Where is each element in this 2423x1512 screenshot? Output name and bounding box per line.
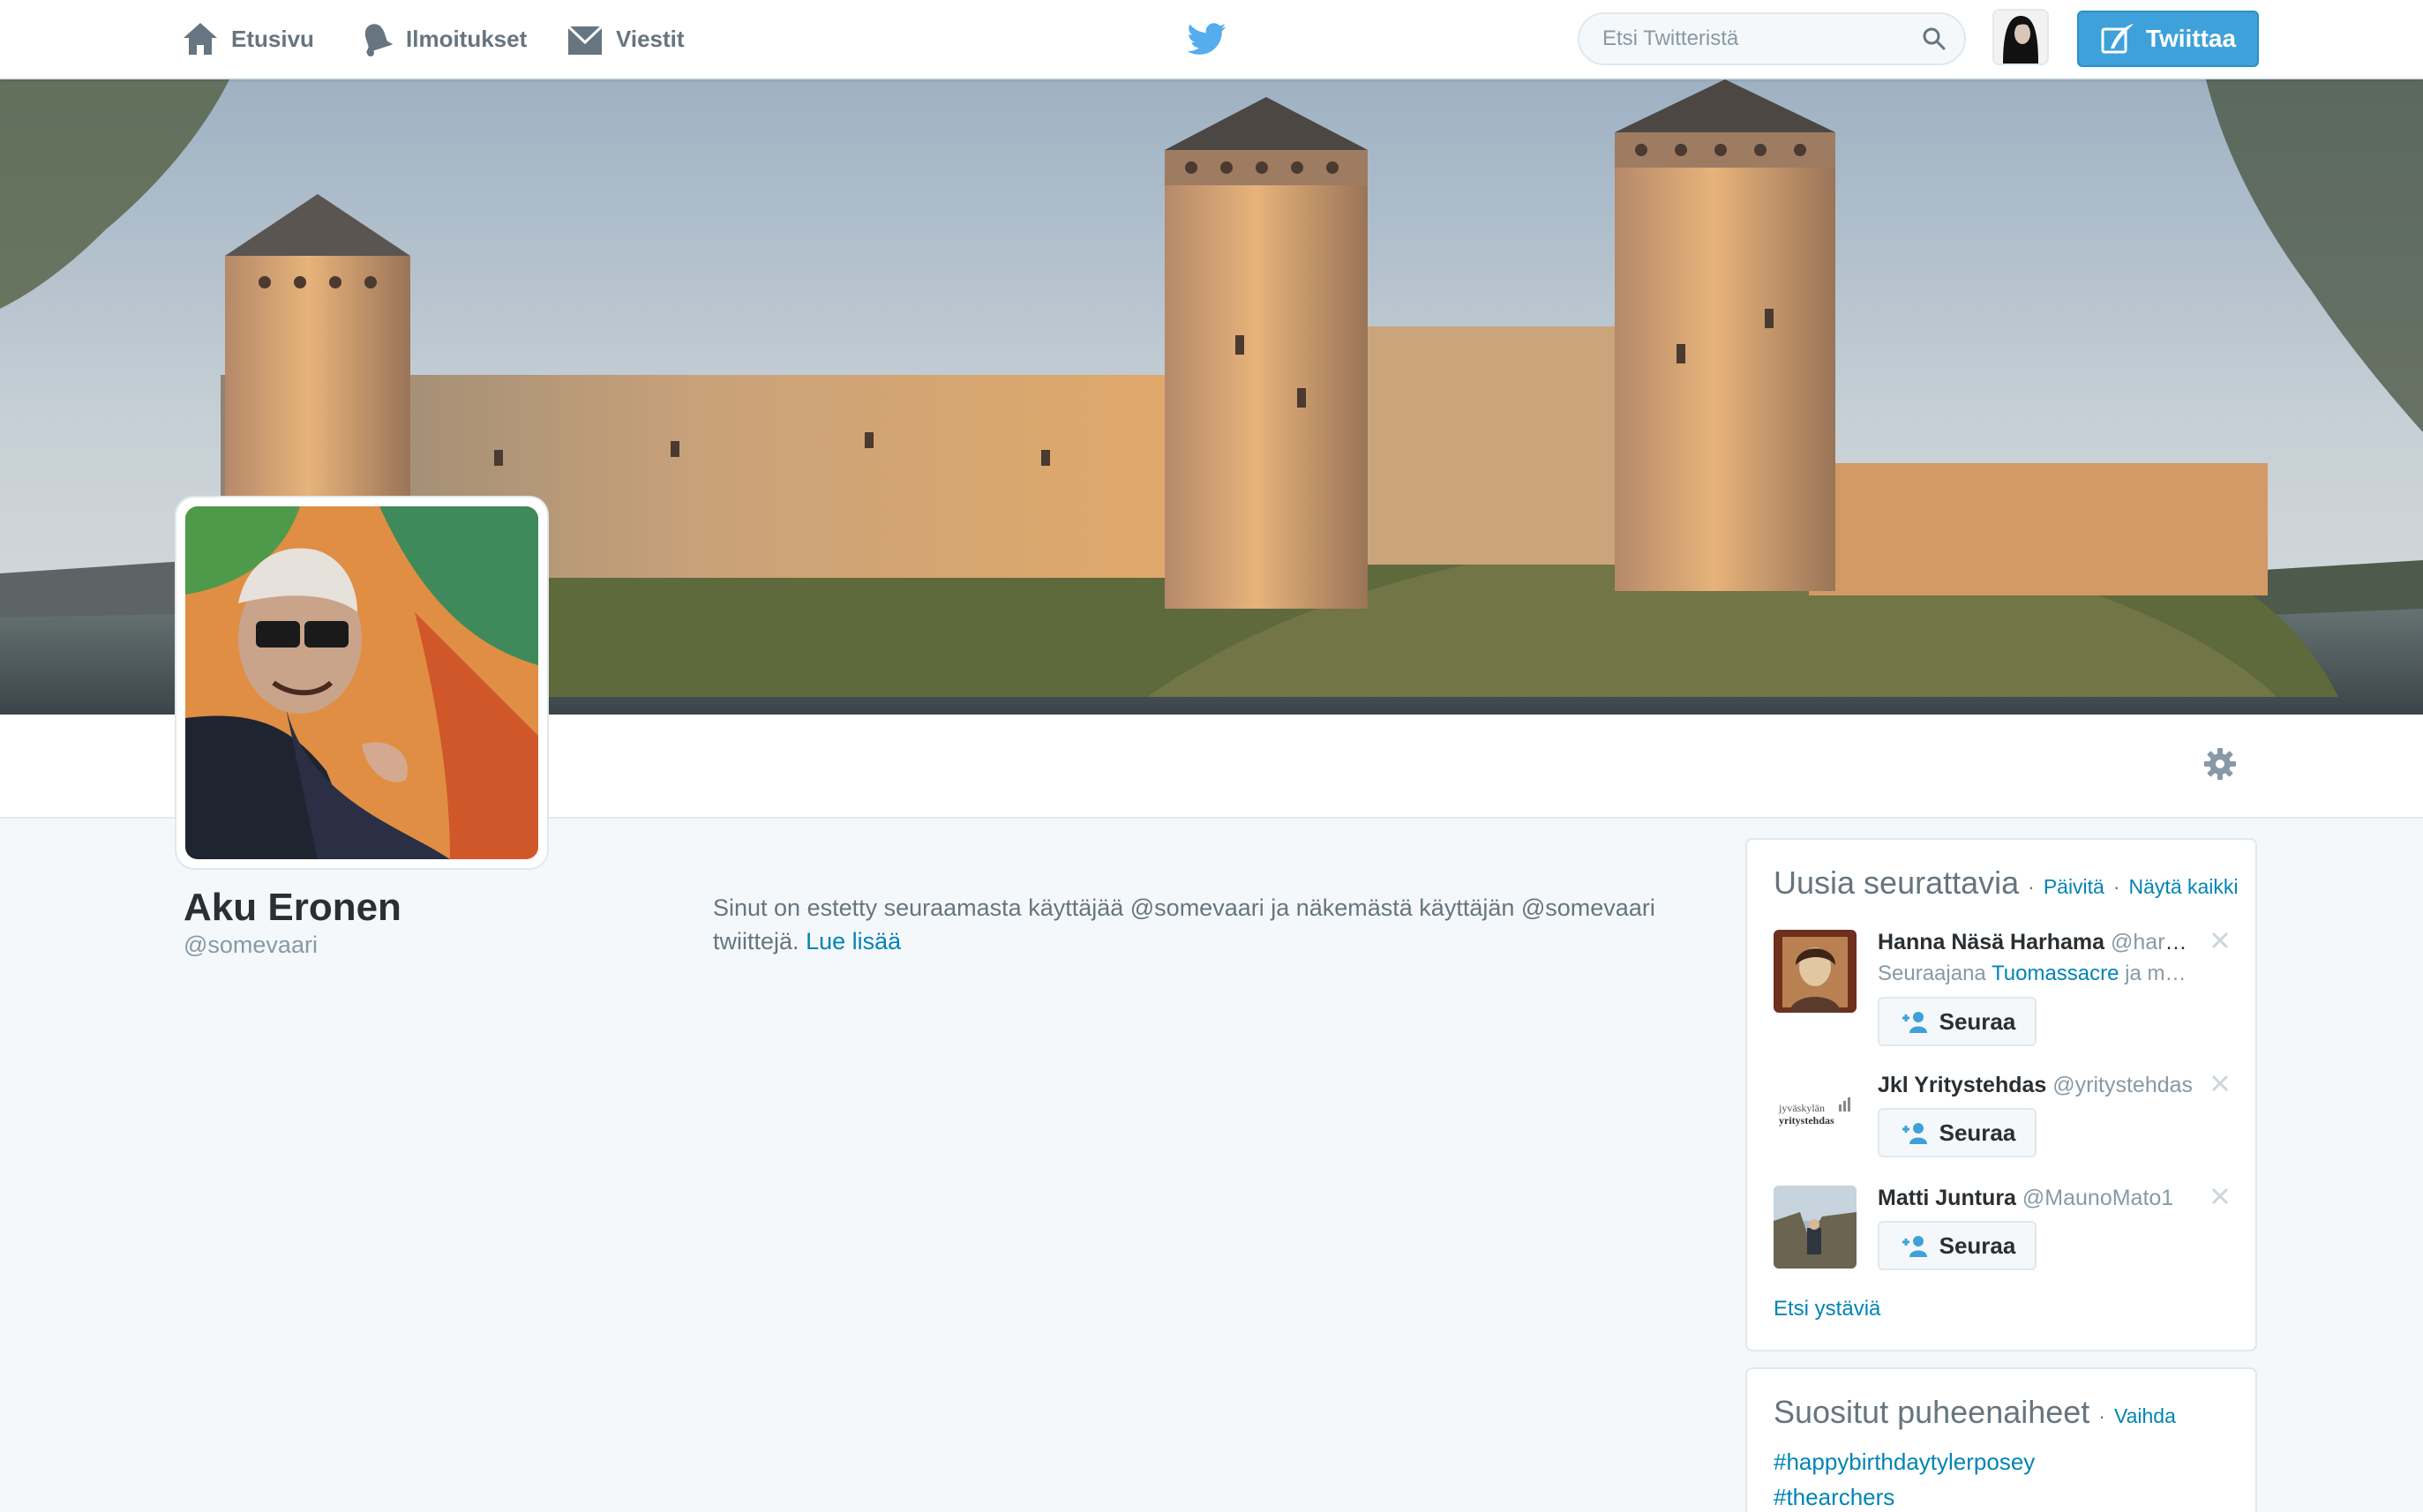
user-name-line: Matti Juntura @MaunoMato1 bbox=[1878, 1186, 2195, 1211]
who-to-follow-module: Uusia seurattavia · Päivitä · Näytä kaik… bbox=[1745, 838, 2257, 1351]
search-box[interactable] bbox=[1578, 12, 1966, 65]
followed-by-suffix: ja muita bbox=[2125, 962, 2195, 985]
suggested-user: jyväskylän yritystehdas Jkl Yritystehdas… bbox=[1774, 1073, 2232, 1170]
follow-button[interactable]: Seuraa bbox=[1878, 1108, 2037, 1157]
user-name[interactable]: Hanna Näsä Harhama bbox=[1878, 930, 2104, 954]
trend-item[interactable]: #thearchers bbox=[1774, 1484, 1894, 1511]
follow-button-label: Seuraa bbox=[1939, 1231, 2016, 1259]
profile-handle[interactable]: @somevaari bbox=[184, 932, 318, 959]
follow-button-label: Seuraa bbox=[1939, 1007, 2016, 1035]
logo-text: jyväskylän bbox=[1778, 1102, 1825, 1114]
separator: · bbox=[2112, 875, 2120, 898]
twitter-bird-icon[interactable] bbox=[1188, 19, 1227, 58]
user-name[interactable]: Matti Juntura bbox=[1878, 1186, 2016, 1210]
separator: · bbox=[2098, 1404, 2105, 1427]
nav-home-label: Etusivu bbox=[231, 25, 314, 52]
envelope-icon bbox=[566, 25, 604, 55]
suggested-user: Matti Juntura @MaunoMato1 Seuraa bbox=[1774, 1186, 2232, 1283]
add-user-icon bbox=[1902, 1236, 1927, 1257]
close-icon[interactable] bbox=[2209, 1186, 2231, 1207]
learn-more-link[interactable]: Lue lisää bbox=[806, 928, 901, 954]
user-handle: @MaunoMato1 bbox=[2022, 1186, 2174, 1210]
separator: · bbox=[2028, 875, 2035, 898]
profile-name: Aku Eronen bbox=[184, 886, 401, 929]
logo-text: yritystehdas bbox=[1779, 1114, 1834, 1127]
account-avatar[interactable] bbox=[1992, 9, 2049, 65]
suggested-user: Hanna Näsä Harhama @harhama Seuraajana T… bbox=[1774, 930, 2232, 1053]
followed-by-context: Seuraajana Tuomassacre ja muita bbox=[1878, 962, 2195, 986]
follow-button[interactable]: Seuraa bbox=[1878, 1221, 2037, 1270]
gear-icon[interactable] bbox=[2202, 746, 2238, 782]
who-to-follow-title: Uusia seurattavia bbox=[1774, 865, 2020, 901]
add-user-icon bbox=[1902, 1012, 1927, 1033]
refresh-link[interactable]: Päivitä bbox=[2044, 875, 2104, 899]
bell-icon bbox=[364, 24, 394, 56]
search-input[interactable] bbox=[1602, 26, 1922, 51]
followed-by-prefix: Seuraajana bbox=[1878, 962, 1986, 985]
close-icon[interactable] bbox=[2209, 1073, 2231, 1094]
trends-header: Suositut puheenaiheet · Vaihda bbox=[1774, 1394, 2176, 1431]
user-avatar[interactable] bbox=[1774, 930, 1857, 1013]
nav-notifications-label: Ilmoitukset bbox=[406, 25, 528, 52]
top-navigation-bar: Etusivu Ilmoitukset Viestit Etsi Twitter… bbox=[0, 0, 2423, 79]
nav-home[interactable]: Etusivu bbox=[182, 0, 314, 78]
home-icon bbox=[184, 23, 217, 55]
user-handle: @yritystehdas bbox=[2052, 1073, 2194, 1097]
user-avatar[interactable]: jyväskylän yritystehdas bbox=[1774, 1073, 1857, 1156]
trend-item[interactable]: #happybirthdaytylerposey bbox=[1774, 1448, 2035, 1476]
tweet-button-label: Twiittaa bbox=[2145, 25, 2237, 52]
user-name[interactable]: Jkl Yritystehdas bbox=[1878, 1073, 2046, 1097]
nav-messages[interactable]: Viestit bbox=[566, 0, 685, 78]
user-handle: @harhama bbox=[2111, 930, 2195, 954]
blocked-message: Sinut on estetty seuraamasta käyttäjää @… bbox=[713, 891, 1692, 958]
user-avatar[interactable] bbox=[1774, 1186, 1857, 1269]
user-name-line: Hanna Näsä Harhama @harhama bbox=[1878, 930, 2195, 955]
profile-avatar[interactable] bbox=[176, 498, 547, 868]
find-friends-link[interactable]: Etsi ystäviä bbox=[1774, 1297, 1880, 1321]
trends-module: Suositut puheenaiheet · Vaihda #happybir… bbox=[1745, 1367, 2257, 1512]
followed-by-link[interactable]: Tuomassacre bbox=[1992, 962, 2119, 985]
trends-title: Suositut puheenaiheet bbox=[1774, 1394, 2090, 1430]
nav-notifications[interactable]: Ilmoitukset bbox=[358, 0, 527, 78]
add-user-icon bbox=[1902, 1123, 1927, 1144]
search-icon[interactable] bbox=[1922, 26, 1947, 51]
tweet-button[interactable]: Twiittaa bbox=[2077, 11, 2259, 67]
user-name-line: Jkl Yritystehdas @yritystehdas bbox=[1878, 1073, 2195, 1098]
nav-messages-label: Viestit bbox=[616, 25, 685, 52]
view-all-link[interactable]: Näytä kaikki bbox=[2129, 875, 2239, 899]
follow-button[interactable]: Seuraa bbox=[1878, 997, 2037, 1046]
close-icon[interactable] bbox=[2209, 930, 2231, 951]
change-trends-link[interactable]: Vaihda bbox=[2114, 1404, 2176, 1428]
follow-button-label: Seuraa bbox=[1939, 1119, 2016, 1146]
compose-quill-icon bbox=[2101, 24, 2134, 54]
who-to-follow-header: Uusia seurattavia · Päivitä · Näytä kaik… bbox=[1774, 865, 2239, 902]
